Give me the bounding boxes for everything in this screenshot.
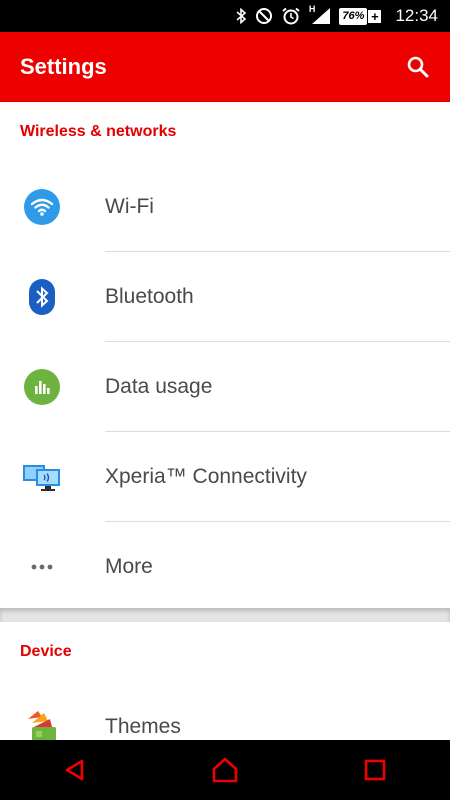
charging-icon: +: [368, 9, 382, 23]
search-button[interactable]: [404, 53, 432, 81]
settings-item-bluetooth[interactable]: Bluetooth: [0, 252, 450, 342]
wireless-networks-section: Wireless & networks Wi-Fi Bluetooth Data…: [0, 102, 450, 608]
section-header-device: Device: [20, 643, 72, 660]
bluetooth-status-icon: [235, 8, 247, 24]
navigation-bar: [0, 740, 450, 800]
settings-item-label: Data usage: [105, 375, 213, 398]
home-icon: [212, 757, 238, 783]
settings-item-data-usage[interactable]: Data usage: [0, 342, 450, 432]
section-separator: [0, 608, 450, 622]
settings-item-more[interactable]: More: [0, 522, 450, 612]
do-not-disturb-icon: [255, 7, 273, 25]
back-icon: [65, 759, 84, 781]
settings-item-themes[interactable]: Themes: [0, 682, 450, 740]
search-icon: [407, 56, 429, 78]
network-type-label: H: [308, 4, 316, 14]
settings-item-xperia-connectivity[interactable]: Xperia™ Connectivity: [0, 432, 450, 522]
back-button[interactable]: [45, 740, 105, 800]
recents-icon: [364, 759, 386, 781]
status-bar: H 76% + 12:34: [0, 0, 450, 32]
data-usage-icon: [24, 369, 60, 405]
section-header-wireless: Wireless & networks: [20, 123, 177, 140]
bluetooth-icon: [29, 279, 55, 315]
battery-percent: 76%: [342, 10, 365, 22]
settings-item-wifi[interactable]: Wi-Fi: [0, 162, 450, 252]
home-button[interactable]: [195, 740, 255, 800]
recents-button[interactable]: [345, 740, 405, 800]
page-title: Settings: [20, 54, 107, 79]
settings-item-label: Xperia™ Connectivity: [105, 465, 307, 488]
battery-icon: 76% +: [339, 7, 382, 25]
signal-icon: H: [308, 4, 332, 25]
xperia-connectivity-icon: [23, 465, 60, 491]
settings-item-label: Wi-Fi: [105, 195, 154, 218]
alarm-icon: [281, 7, 301, 25]
app-bar: Settings: [0, 32, 450, 102]
settings-item-label: More: [105, 555, 153, 578]
settings-item-label: Themes: [105, 715, 181, 738]
themes-icon: [28, 711, 56, 740]
more-icon: [31, 564, 53, 570]
device-section: Device Themes: [0, 622, 450, 740]
status-time: 12:34: [395, 6, 438, 25]
wifi-icon: [24, 189, 60, 225]
settings-item-label: Bluetooth: [105, 285, 194, 308]
